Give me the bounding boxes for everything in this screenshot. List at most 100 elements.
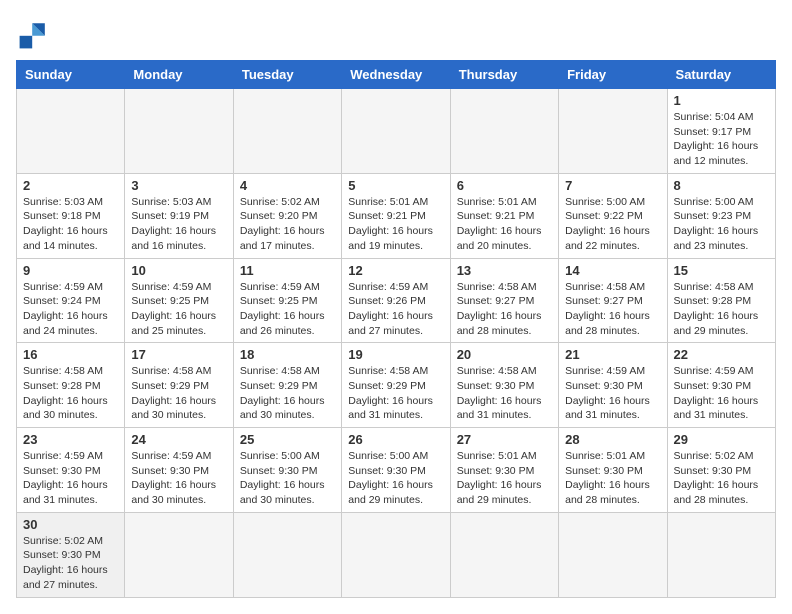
calendar-week-4: 23 Sunrise: 4:59 AM Sunset: 9:30 PM Dayli…	[17, 428, 776, 513]
weekday-header-tuesday: Tuesday	[233, 61, 341, 89]
calendar-cell	[125, 89, 233, 174]
calendar-cell	[559, 512, 667, 597]
day-info: Sunrise: 4:59 AM Sunset: 9:25 PM Dayligh…	[240, 280, 335, 339]
day-number: 22	[674, 347, 769, 362]
day-info: Sunrise: 5:00 AM Sunset: 9:30 PM Dayligh…	[240, 449, 335, 508]
day-number: 15	[674, 263, 769, 278]
day-number: 26	[348, 432, 443, 447]
calendar-cell	[342, 89, 450, 174]
day-number: 14	[565, 263, 660, 278]
calendar-week-3: 16 Sunrise: 4:58 AM Sunset: 9:28 PM Dayli…	[17, 343, 776, 428]
calendar-cell: 26 Sunrise: 5:00 AM Sunset: 9:30 PM Dayli…	[342, 428, 450, 513]
day-number: 17	[131, 347, 226, 362]
day-info: Sunrise: 5:01 AM Sunset: 9:30 PM Dayligh…	[565, 449, 660, 508]
day-number: 23	[23, 432, 118, 447]
calendar-cell	[667, 512, 775, 597]
calendar-cell: 19 Sunrise: 4:58 AM Sunset: 9:29 PM Dayli…	[342, 343, 450, 428]
weekday-header-thursday: Thursday	[450, 61, 558, 89]
calendar-cell: 20Sunrise: 4:58 AM Sunset: 9:30 PM Dayli…	[450, 343, 558, 428]
day-info: Sunrise: 4:58 AM Sunset: 9:29 PM Dayligh…	[240, 364, 335, 423]
day-number: 13	[457, 263, 552, 278]
day-number: 12	[348, 263, 443, 278]
calendar-table: SundayMondayTuesdayWednesdayThursdayFrid…	[16, 60, 776, 598]
day-info: Sunrise: 5:01 AM Sunset: 9:30 PM Dayligh…	[457, 449, 552, 508]
day-info: Sunrise: 5:03 AM Sunset: 9:18 PM Dayligh…	[23, 195, 118, 254]
logo	[16, 16, 56, 52]
calendar-cell: 24 Sunrise: 4:59 AM Sunset: 9:30 PM Dayli…	[125, 428, 233, 513]
weekday-header-saturday: Saturday	[667, 61, 775, 89]
calendar-cell: 10 Sunrise: 4:59 AM Sunset: 9:25 PM Dayli…	[125, 258, 233, 343]
calendar-cell: 2 Sunrise: 5:03 AM Sunset: 9:18 PM Daylig…	[17, 173, 125, 258]
day-number: 3	[131, 178, 226, 193]
calendar-cell: 28 Sunrise: 5:01 AM Sunset: 9:30 PM Dayli…	[559, 428, 667, 513]
calendar-cell: 27 Sunrise: 5:01 AM Sunset: 9:30 PM Dayli…	[450, 428, 558, 513]
calendar-week-1: 2 Sunrise: 5:03 AM Sunset: 9:18 PM Daylig…	[17, 173, 776, 258]
calendar-cell: 17 Sunrise: 4:58 AM Sunset: 9:29 PM Dayli…	[125, 343, 233, 428]
day-info: Sunrise: 4:58 AM Sunset: 9:27 PM Dayligh…	[565, 280, 660, 339]
weekday-header-row: SundayMondayTuesdayWednesdayThursdayFrid…	[17, 61, 776, 89]
calendar-cell: 18Sunrise: 4:58 AM Sunset: 9:29 PM Dayli…	[233, 343, 341, 428]
day-info: Sunrise: 5:03 AM Sunset: 9:19 PM Dayligh…	[131, 195, 226, 254]
day-number: 1	[674, 93, 769, 108]
calendar-cell: 23 Sunrise: 4:59 AM Sunset: 9:30 PM Dayli…	[17, 428, 125, 513]
calendar-cell: 13 Sunrise: 4:58 AM Sunset: 9:27 PM Dayli…	[450, 258, 558, 343]
day-number: 29	[674, 432, 769, 447]
calendar-cell	[125, 512, 233, 597]
calendar-cell: 30 Sunrise: 5:02 AM Sunset: 9:30 PM Dayli…	[17, 512, 125, 597]
day-number: 28	[565, 432, 660, 447]
day-number: 2	[23, 178, 118, 193]
day-number: 7	[565, 178, 660, 193]
day-info: Sunrise: 4:58 AM Sunset: 9:29 PM Dayligh…	[131, 364, 226, 423]
day-info: Sunrise: 4:59 AM Sunset: 9:30 PM Dayligh…	[131, 449, 226, 508]
calendar-cell: 9Sunrise: 4:59 AM Sunset: 9:24 PM Daylig…	[17, 258, 125, 343]
day-info: Sunrise: 5:02 AM Sunset: 9:20 PM Dayligh…	[240, 195, 335, 254]
day-info: Sunrise: 5:00 AM Sunset: 9:30 PM Dayligh…	[348, 449, 443, 508]
page-header	[16, 16, 776, 52]
calendar-cell: 5Sunrise: 5:01 AM Sunset: 9:21 PM Daylig…	[342, 173, 450, 258]
weekday-header-friday: Friday	[559, 61, 667, 89]
day-number: 27	[457, 432, 552, 447]
day-info: Sunrise: 4:58 AM Sunset: 9:28 PM Dayligh…	[674, 280, 769, 339]
day-info: Sunrise: 4:58 AM Sunset: 9:27 PM Dayligh…	[457, 280, 552, 339]
day-info: Sunrise: 5:02 AM Sunset: 9:30 PM Dayligh…	[23, 534, 118, 593]
day-info: Sunrise: 4:59 AM Sunset: 9:25 PM Dayligh…	[131, 280, 226, 339]
calendar-cell: 4 Sunrise: 5:02 AM Sunset: 9:20 PM Daylig…	[233, 173, 341, 258]
weekday-header-monday: Monday	[125, 61, 233, 89]
calendar-cell: 11 Sunrise: 4:59 AM Sunset: 9:25 PM Dayli…	[233, 258, 341, 343]
day-info: Sunrise: 5:04 AM Sunset: 9:17 PM Dayligh…	[674, 110, 769, 169]
calendar-cell	[559, 89, 667, 174]
day-info: Sunrise: 4:59 AM Sunset: 9:30 PM Dayligh…	[23, 449, 118, 508]
day-number: 30	[23, 517, 118, 532]
weekday-header-sunday: Sunday	[17, 61, 125, 89]
calendar-cell: 22 Sunrise: 4:59 AM Sunset: 9:30 PM Dayli…	[667, 343, 775, 428]
calendar-cell: 29 Sunrise: 5:02 AM Sunset: 9:30 PM Dayli…	[667, 428, 775, 513]
calendar-week-5: 30 Sunrise: 5:02 AM Sunset: 9:30 PM Dayli…	[17, 512, 776, 597]
calendar-cell: 14 Sunrise: 4:58 AM Sunset: 9:27 PM Dayli…	[559, 258, 667, 343]
day-info: Sunrise: 4:58 AM Sunset: 9:28 PM Dayligh…	[23, 364, 118, 423]
calendar-cell	[450, 89, 558, 174]
day-number: 19	[348, 347, 443, 362]
calendar-cell: 3 Sunrise: 5:03 AM Sunset: 9:19 PM Daylig…	[125, 173, 233, 258]
logo-icon	[16, 16, 52, 52]
day-info: Sunrise: 5:00 AM Sunset: 9:22 PM Dayligh…	[565, 195, 660, 254]
day-number: 4	[240, 178, 335, 193]
day-info: Sunrise: 5:02 AM Sunset: 9:30 PM Dayligh…	[674, 449, 769, 508]
day-info: Sunrise: 4:59 AM Sunset: 9:24 PM Dayligh…	[23, 280, 118, 339]
day-info: Sunrise: 4:59 AM Sunset: 9:30 PM Dayligh…	[565, 364, 660, 423]
calendar-cell: 1 Sunrise: 5:04 AM Sunset: 9:17 PM Daylig…	[667, 89, 775, 174]
day-number: 24	[131, 432, 226, 447]
calendar-cell: 15 Sunrise: 4:58 AM Sunset: 9:28 PM Dayli…	[667, 258, 775, 343]
calendar-cell	[233, 89, 341, 174]
day-number: 8	[674, 178, 769, 193]
day-number: 11	[240, 263, 335, 278]
day-info: Sunrise: 5:01 AM Sunset: 9:21 PM Dayligh…	[457, 195, 552, 254]
day-info: Sunrise: 4:58 AM Sunset: 9:29 PM Dayligh…	[348, 364, 443, 423]
day-number: 10	[131, 263, 226, 278]
day-info: Sunrise: 4:59 AM Sunset: 9:30 PM Dayligh…	[674, 364, 769, 423]
calendar-cell: 25Sunrise: 5:00 AM Sunset: 9:30 PM Dayli…	[233, 428, 341, 513]
calendar-cell: 16 Sunrise: 4:58 AM Sunset: 9:28 PM Dayli…	[17, 343, 125, 428]
day-number: 16	[23, 347, 118, 362]
calendar-cell: 12Sunrise: 4:59 AM Sunset: 9:26 PM Dayli…	[342, 258, 450, 343]
calendar-cell	[17, 89, 125, 174]
day-number: 20	[457, 347, 552, 362]
